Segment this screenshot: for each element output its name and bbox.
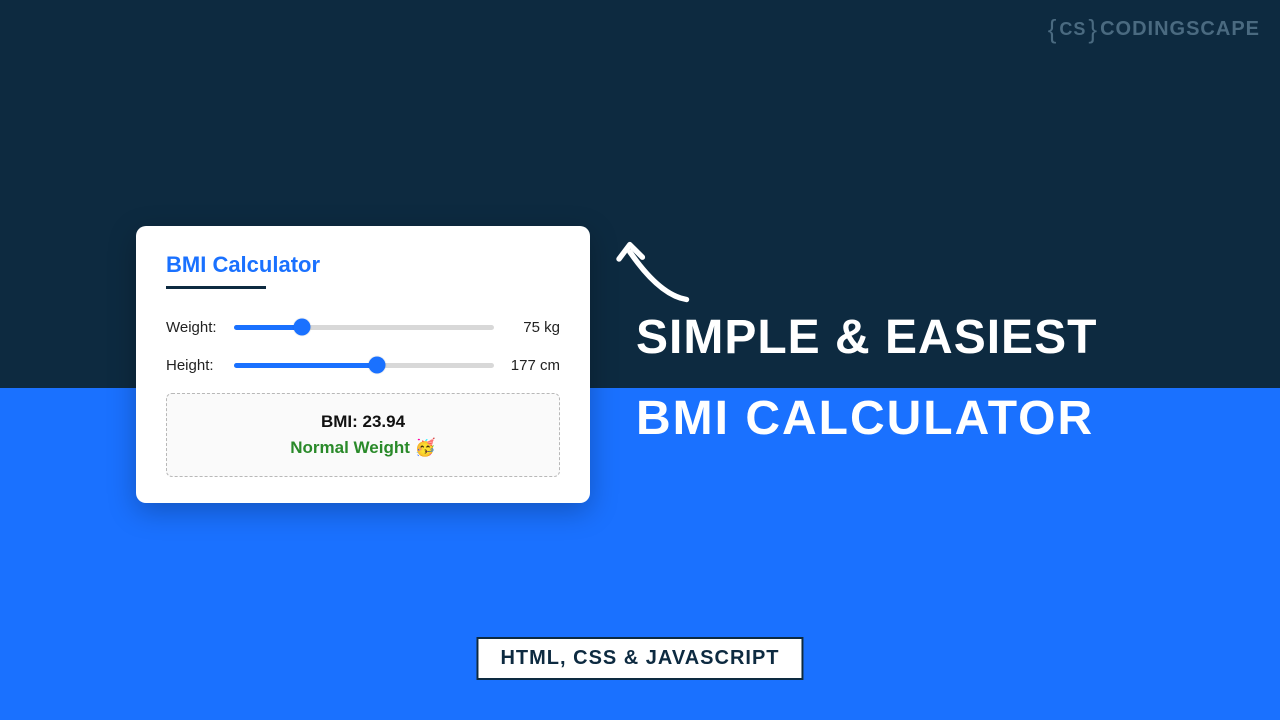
weight-thumb[interactable] [293, 319, 310, 336]
brace-close-icon: } [1088, 14, 1098, 45]
weight-fill [234, 325, 302, 330]
height-label: Height: [166, 357, 224, 374]
weight-value: 75 kg [504, 319, 560, 336]
brand-cs: CS [1059, 19, 1086, 40]
brand-name: CODINGSCAPE [1100, 18, 1260, 41]
arrow-icon [610, 232, 700, 322]
weight-label: Weight: [166, 319, 224, 336]
headline: SIMPLE & EASIEST BMI CALCULATOR [636, 310, 1097, 446]
bmi-status: Normal Weight 🥳 [177, 438, 549, 458]
height-slider[interactable] [234, 355, 494, 375]
height-fill [234, 363, 377, 368]
card-title: BMI Calculator [166, 252, 560, 286]
bmi-calculator-card: BMI Calculator Weight: 75 kg Height: 177… [136, 226, 590, 503]
weight-slider[interactable] [234, 317, 494, 337]
height-value: 177 cm [504, 357, 560, 374]
headline-line1: SIMPLE & EASIEST [636, 310, 1097, 365]
height-thumb[interactable] [369, 357, 386, 374]
bmi-value: BMI: 23.94 [177, 412, 549, 432]
weight-row: Weight: 75 kg [166, 317, 560, 337]
brace-open-icon: { [1048, 14, 1058, 45]
card-title-underline [166, 286, 266, 289]
height-row: Height: 177 cm [166, 355, 560, 375]
headline-line2: BMI CALCULATOR [636, 391, 1097, 446]
brand-logo: { CS } CODINGSCAPE [1048, 14, 1260, 45]
tech-pill: HTML, CSS & JAVASCRIPT [476, 637, 803, 680]
result-box: BMI: 23.94 Normal Weight 🥳 [166, 393, 560, 477]
